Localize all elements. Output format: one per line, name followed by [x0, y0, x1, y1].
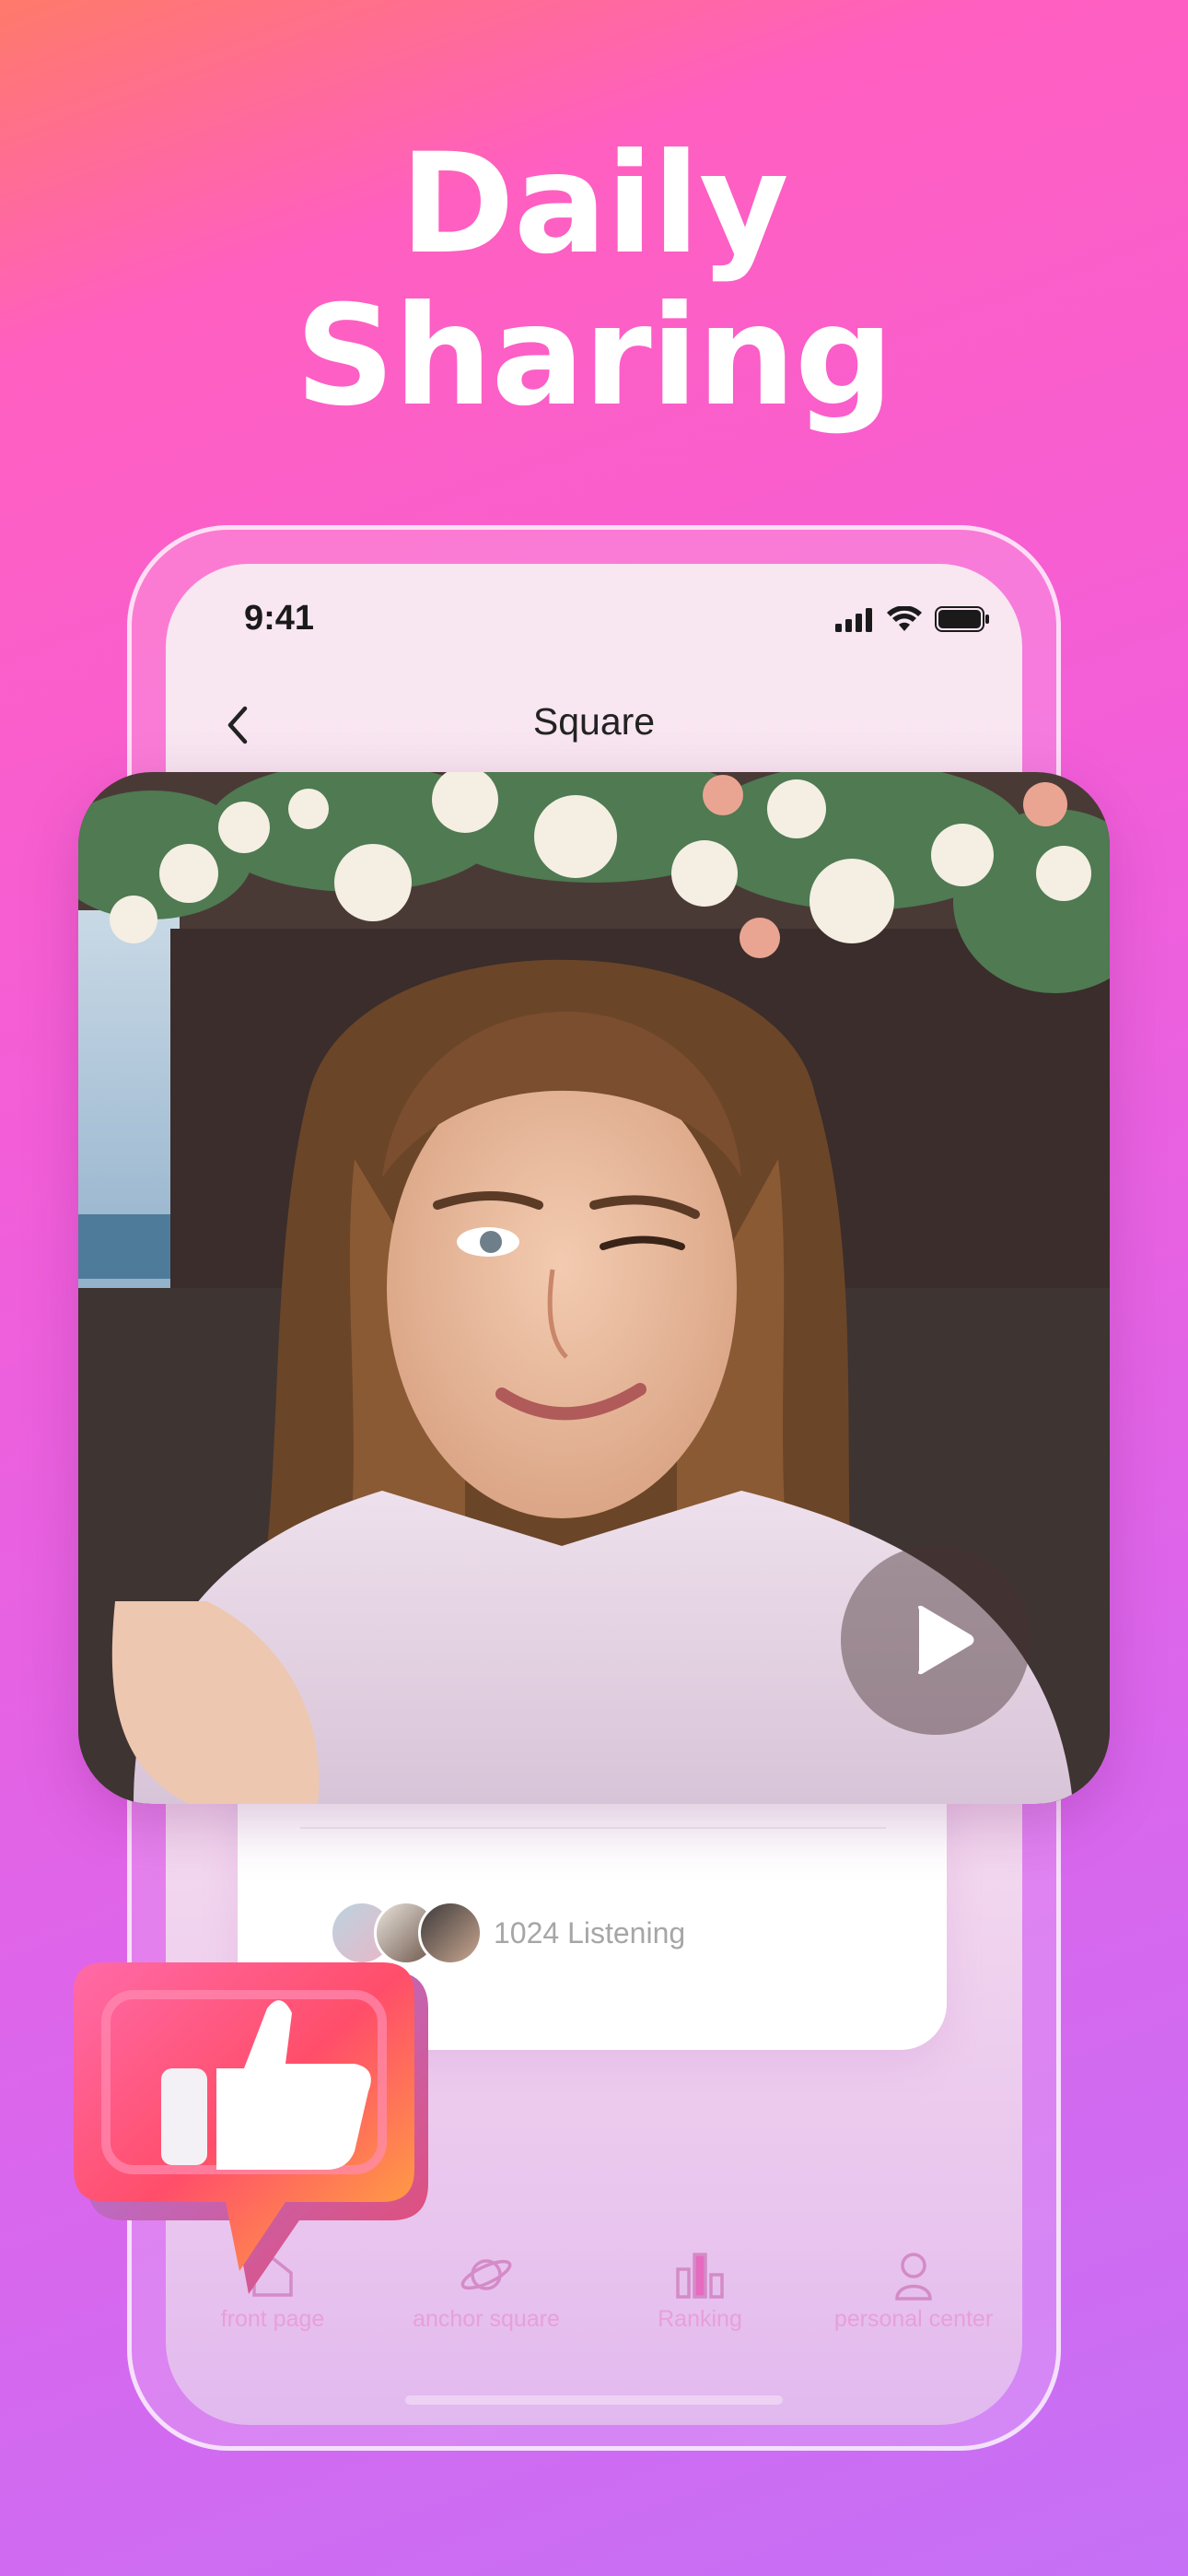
headline: Daily Sharing — [0, 129, 1188, 433]
home-indicator — [405, 2395, 783, 2405]
tab-ranking[interactable]: Ranking — [593, 2234, 807, 2349]
like-badge — [51, 1953, 456, 2331]
tab-label: Ranking — [658, 2306, 742, 2332]
ranking-icon — [676, 2253, 724, 2299]
headline-line2: Sharing — [295, 276, 894, 437]
play-button[interactable] — [841, 1545, 1031, 1735]
tab-label: personal center — [833, 2306, 994, 2332]
headline-line1: Daily — [400, 124, 788, 285]
thumbs-up-icon — [74, 1962, 428, 2294]
status-time: 9:41 — [244, 599, 315, 638]
tab-personal-center[interactable]: personal center — [807, 2234, 1020, 2349]
planet-icon — [460, 2259, 512, 2290]
page-title: Square — [532, 700, 656, 743]
wifi-icon — [887, 606, 922, 631]
status-icons — [835, 606, 990, 632]
battery-icon — [935, 606, 989, 632]
play-icon — [918, 1605, 974, 1675]
status-bar: 9:41 — [166, 564, 1022, 674]
listening-count: 1024 Listening — [494, 1916, 686, 1950]
signal-icon — [835, 608, 872, 632]
person-icon — [895, 2253, 932, 2301]
nav-bar: Square — [166, 674, 1022, 776]
card-divider — [300, 1827, 886, 1829]
